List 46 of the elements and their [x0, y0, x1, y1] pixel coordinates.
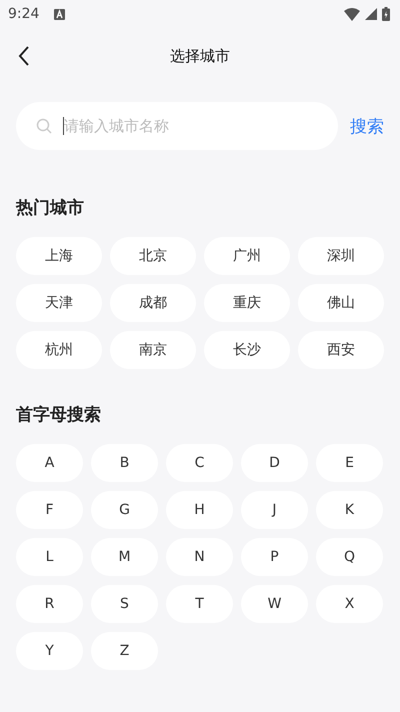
city-chip[interactable]: 北京	[110, 237, 196, 275]
status-time: 9:24	[8, 6, 40, 22]
letter-chip[interactable]: E	[316, 444, 383, 482]
city-chip[interactable]: 西安	[298, 331, 384, 369]
city-chip[interactable]: 长沙	[204, 331, 290, 369]
letter-chip[interactable]: D	[241, 444, 308, 482]
city-chip[interactable]: 南京	[110, 331, 196, 369]
section-heading: 首字母搜索	[16, 404, 102, 426]
letter-chip[interactable]: C	[166, 444, 233, 482]
letter-chip[interactable]: M	[91, 538, 158, 576]
page-title: 选择城市	[169, 46, 231, 66]
letter-chip[interactable]: H	[166, 491, 233, 529]
letter-chip[interactable]: T	[166, 585, 233, 623]
letter-chip[interactable]: W	[241, 585, 308, 623]
letter-chip[interactable]: G	[91, 491, 158, 529]
city-chip[interactable]: 天津	[16, 284, 102, 322]
city-chip[interactable]: 重庆	[204, 284, 290, 322]
letter-chip[interactable]: S	[91, 585, 158, 623]
notification-icon	[54, 8, 66, 20]
section-heading: 热门城市	[16, 197, 85, 219]
battery-icon	[382, 7, 390, 21]
letter-chip[interactable]: K	[316, 491, 383, 529]
letter-chip[interactable]: L	[16, 538, 83, 576]
search-button[interactable]: 搜索	[350, 114, 384, 138]
letter-chip[interactable]: N	[166, 538, 233, 576]
letter-chip[interactable]: X	[316, 585, 383, 623]
letter-chip[interactable]: Q	[316, 538, 383, 576]
city-chip[interactable]: 上海	[16, 237, 102, 275]
wifi-icon	[344, 8, 360, 20]
city-chip[interactable]: 深圳	[298, 237, 384, 275]
search-field[interactable]: 请输入城市名称	[16, 102, 338, 150]
letter-chip[interactable]: B	[91, 444, 158, 482]
city-chip[interactable]: 杭州	[16, 331, 102, 369]
city-chip[interactable]: 佛山	[298, 284, 384, 322]
letter-chip[interactable]: P	[241, 538, 308, 576]
city-chip[interactable]: 广州	[204, 237, 290, 275]
letter-chip[interactable]: R	[16, 585, 83, 623]
city-chip[interactable]: 成都	[110, 284, 196, 322]
back-icon[interactable]	[18, 45, 30, 67]
letter-chip[interactable]: A	[16, 444, 83, 482]
signal-icon	[365, 8, 377, 20]
search-icon	[36, 118, 52, 134]
letter-chip[interactable]: Z	[91, 632, 158, 670]
letter-chip[interactable]: Y	[16, 632, 83, 670]
letter-chip[interactable]: J	[241, 491, 308, 529]
letter-chip[interactable]: F	[16, 491, 83, 529]
